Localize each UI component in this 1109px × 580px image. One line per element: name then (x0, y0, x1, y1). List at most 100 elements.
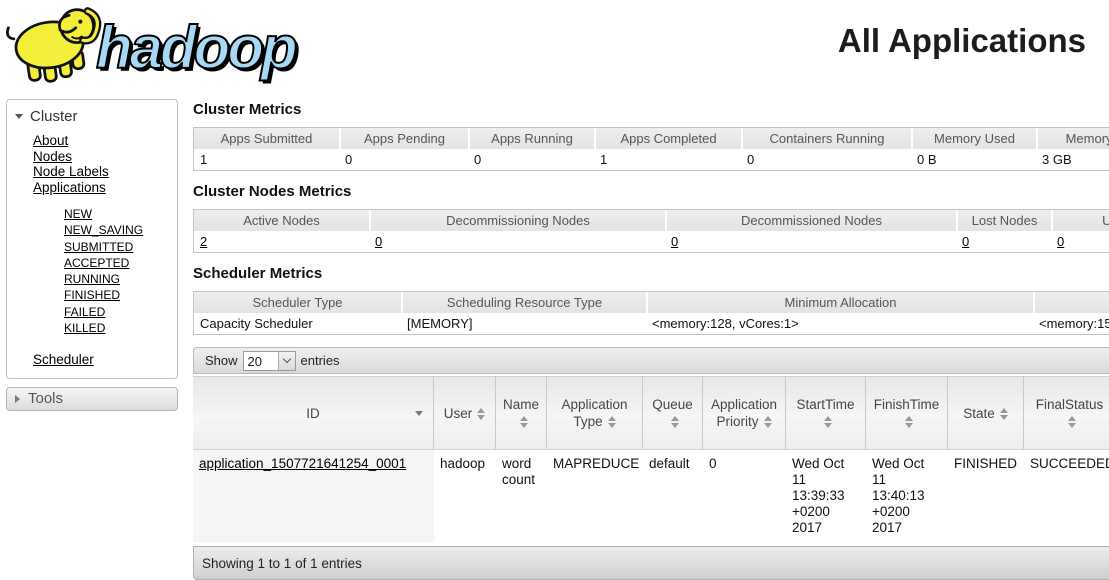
sort-icon (1068, 416, 1076, 428)
column-header-finalstatus[interactable]: FinalStatus (1024, 376, 1109, 450)
column-header: Containers Running (741, 128, 911, 149)
sort-icon (671, 416, 679, 428)
lost-nodes-link[interactable]: 0 (962, 234, 969, 249)
hadoop-elephant-icon (4, 4, 106, 86)
column-header-starttime[interactable]: StartTime (786, 376, 866, 450)
metric-value: 0 (741, 149, 911, 170)
column-header: Lost Nodes (956, 210, 1051, 231)
table-info-text: Showing 1 to 1 of 1 entries (202, 556, 362, 571)
sidebar: Cluster About Nodes Node Labels Applicat… (6, 99, 178, 411)
column-header: Memory Used (911, 128, 1036, 149)
table-info-bar: Showing 1 to 1 of 1 entries (193, 546, 1109, 580)
column-header-name[interactable]: Name (496, 376, 547, 450)
collapse-icon (15, 114, 23, 119)
sidebar-item-state-running[interactable]: RUNNING (64, 272, 120, 286)
table-length-toolbar: Show 20 entries (193, 347, 1109, 374)
page-title: All Applications (838, 22, 1086, 60)
column-header: Maximum Allocation (1033, 292, 1109, 313)
sidebar-item-scheduler[interactable]: Scheduler (33, 352, 94, 367)
application-id-link[interactable]: application_1507721641254_0001 (199, 456, 406, 471)
sort-icon (824, 416, 832, 428)
cell-application-priority: 0 (703, 450, 786, 542)
column-header-finishtime[interactable]: FinishTime (866, 376, 948, 450)
cell-starttime: Wed Oct 11 13:39:33 +0200 2017 (786, 450, 866, 542)
sidebar-item-state-failed[interactable]: FAILED (64, 305, 105, 319)
unhealthy-nodes-link[interactable]: 0 (1057, 234, 1064, 249)
cell-state: FINISHED (948, 450, 1024, 542)
sort-icon (477, 408, 485, 420)
cell-application-type: MAPREDUCE (547, 450, 643, 542)
cell-user: hadoop (434, 450, 496, 542)
column-header: Minimum Allocation (646, 292, 1033, 313)
applications-table: ID User Name Application Type Queue Appl… (193, 376, 1109, 542)
show-entries-select[interactable]: 20 (243, 351, 296, 371)
column-header-user[interactable]: User (434, 376, 496, 450)
column-header: Apps Pending (339, 128, 468, 149)
column-header-state[interactable]: State (948, 376, 1024, 450)
sidebar-item-state-submitted[interactable]: SUBMITTED (64, 240, 133, 254)
sidebar-item-state-new-saving[interactable]: NEW_SAVING (64, 223, 143, 237)
cell-finishtime: Wed Oct 11 13:40:13 +0200 2017 (866, 450, 948, 542)
cluster-metrics-heading: Cluster Metrics (193, 101, 1109, 118)
tools-section-header[interactable]: Tools (6, 387, 178, 411)
cell-finalstatus: SUCCEEDED (1024, 450, 1109, 542)
column-header: Apps Completed (594, 128, 741, 149)
show-entries-value: 20 (244, 352, 278, 370)
cell-queue: default (643, 450, 703, 542)
metric-value: 1 (194, 149, 339, 170)
scheduler-metrics-heading: Scheduler Metrics (193, 265, 1109, 282)
cluster-section-header[interactable]: Cluster (7, 104, 177, 133)
column-header: Active Nodes (194, 210, 369, 231)
cluster-nodes-metrics-heading: Cluster Nodes Metrics (193, 183, 1109, 200)
sort-icon (905, 416, 913, 428)
column-header: Scheduler Type (194, 292, 401, 313)
sidebar-item-nodes[interactable]: Nodes (33, 149, 72, 164)
entries-label: entries (301, 353, 340, 368)
column-header-application-type[interactable]: Application Type (547, 376, 643, 450)
metric-value: 3 GB (1036, 149, 1109, 170)
metric-value: <memory:128, vCores:1> (646, 313, 1033, 334)
column-header: Apps Submitted (194, 128, 339, 149)
cluster-metrics-table: Apps Submitted Apps Pending Apps Running… (193, 127, 1109, 171)
cluster-nodes-metrics-table: Active Nodes Decommissioning Nodes Decom… (193, 209, 1109, 253)
sort-icon (520, 416, 528, 428)
column-header: Memory Total (1036, 128, 1109, 149)
metric-value: 0 B (911, 149, 1036, 170)
expand-icon (15, 395, 20, 403)
sidebar-item-node-labels[interactable]: Node Labels (33, 164, 109, 179)
sidebar-item-state-accepted[interactable]: ACCEPTED (64, 256, 129, 270)
column-header-queue[interactable]: Queue (643, 376, 703, 450)
decommissioning-nodes-link[interactable]: 0 (375, 234, 382, 249)
hadoop-logo-text: hadoop (96, 13, 295, 82)
chevron-down-icon (278, 352, 295, 370)
metric-value: Capacity Scheduler (194, 313, 401, 334)
sort-desc-icon (415, 411, 423, 416)
cluster-nav-box: Cluster About Nodes Node Labels Applicat… (6, 99, 178, 379)
sort-icon (764, 416, 772, 428)
cluster-section-label: Cluster (30, 108, 78, 125)
metric-value: [MEMORY] (401, 313, 646, 334)
column-header-id[interactable]: ID (193, 376, 434, 450)
decommissioned-nodes-link[interactable]: 0 (671, 234, 678, 249)
sidebar-item-about[interactable]: About (33, 133, 68, 148)
sidebar-item-state-finished[interactable]: FINISHED (64, 288, 120, 302)
active-nodes-link[interactable]: 2 (200, 234, 207, 249)
column-header: Unhealthy Nodes (1051, 210, 1109, 231)
column-header: Scheduling Resource Type (401, 292, 646, 313)
sidebar-item-state-new[interactable]: NEW (64, 207, 92, 221)
column-header: Apps Running (468, 128, 594, 149)
sidebar-item-applications[interactable]: Applications (33, 180, 106, 195)
hadoop-logo: hadoop (4, 4, 295, 86)
metric-value: 0 (468, 149, 594, 170)
sort-icon (608, 416, 616, 428)
column-header-application-priority[interactable]: Application Priority (703, 376, 786, 450)
sidebar-item-state-killed[interactable]: KILLED (64, 321, 105, 335)
metric-value: 0 (339, 149, 468, 170)
column-header: Decommissioning Nodes (369, 210, 665, 231)
show-label: Show (205, 353, 238, 368)
scheduler-metrics-table: Scheduler Type Scheduling Resource Type … (193, 291, 1109, 335)
main-content: Cluster Metrics Apps Submitted Apps Pend… (193, 99, 1109, 580)
cell-name: word count (496, 450, 547, 542)
table-row: application_1507721641254_0001 hadoop wo… (193, 450, 1109, 542)
column-header: Decommissioned Nodes (665, 210, 956, 231)
